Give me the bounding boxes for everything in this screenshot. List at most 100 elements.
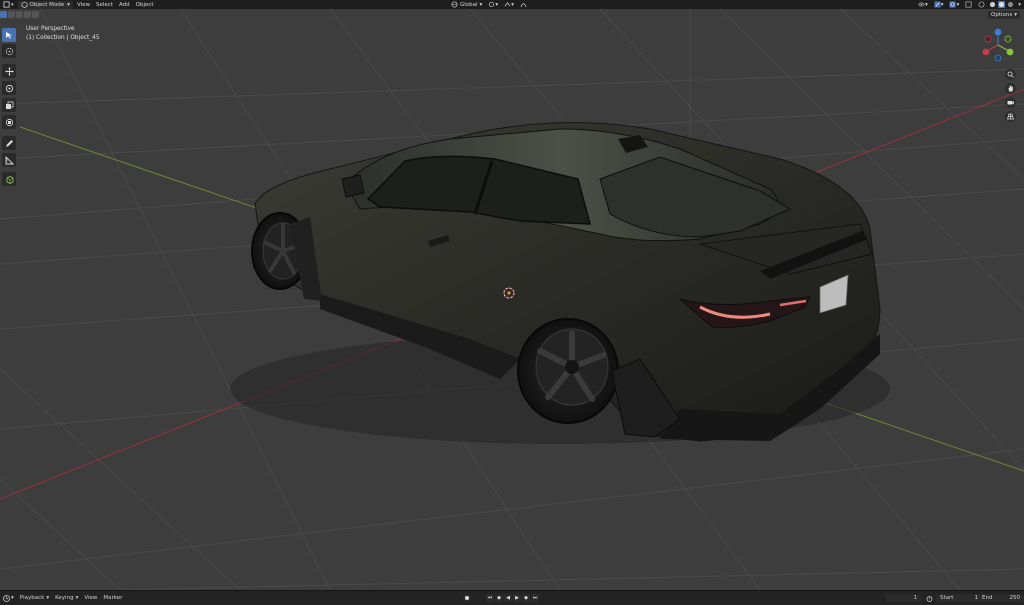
chevron-down-icon: ▾ xyxy=(46,595,50,601)
mode-label: Object Mode xyxy=(29,1,65,8)
timeline-header: ▾ Playback ▾ Keying ▾ View Marker ⏮ ◆ ◀ … xyxy=(0,590,1024,605)
gizmo-icon xyxy=(934,1,941,8)
menu-object[interactable]: Object xyxy=(133,1,157,9)
menu-marker[interactable]: Marker xyxy=(100,594,125,602)
clock-icon xyxy=(3,594,10,602)
pivot-point-dropdown[interactable]: ▾ xyxy=(485,1,501,9)
start-frame-field[interactable]: Start 1 xyxy=(936,594,982,602)
rear-wheel xyxy=(517,318,619,424)
zoom-button[interactable] xyxy=(1005,69,1016,80)
menu-add[interactable]: Add xyxy=(116,1,133,9)
material-shading-icon xyxy=(998,1,1006,8)
menu-keying[interactable]: Keying ▾ xyxy=(52,594,81,602)
perspective-toggle-button[interactable] xyxy=(1005,111,1016,122)
options-label: Options xyxy=(991,12,1013,18)
menu-timeline-view[interactable]: View xyxy=(81,594,100,602)
pencil-icon xyxy=(5,139,13,147)
playback-controls: ⏮ ◆ ◀ ▶ ◆ ⏭ xyxy=(486,594,539,602)
car-model[interactable] xyxy=(230,122,890,444)
tool-rotate[interactable] xyxy=(2,81,16,95)
auto-keying-toggle[interactable] xyxy=(463,594,471,602)
chevron-down-icon: ▾ xyxy=(75,595,79,601)
shading-material-button[interactable] xyxy=(997,1,1006,9)
editor-type-button[interactable]: ▾ xyxy=(0,1,17,9)
tool-add-cube[interactable] xyxy=(2,172,16,186)
pan-button[interactable] xyxy=(1005,83,1016,94)
rendered-shading-icon xyxy=(1008,1,1014,8)
select-new-button[interactable] xyxy=(0,11,7,18)
shading-rendered-button[interactable] xyxy=(1006,1,1015,9)
transform-orientation-dropdown[interactable]: Global ▾ xyxy=(448,1,485,9)
magnifier-icon xyxy=(1007,71,1014,78)
play-reverse-button[interactable]: ◀ xyxy=(504,594,512,602)
start-label: Start xyxy=(940,595,954,601)
current-frame-field[interactable]: 1 xyxy=(886,594,921,602)
keying-label: Keying xyxy=(55,595,74,601)
menu-playback[interactable]: Playback ▾ xyxy=(17,594,52,602)
select-invert-button[interactable] xyxy=(24,11,31,18)
chevron-down-icon: ▾ xyxy=(495,1,499,8)
grid-perspective-icon xyxy=(1007,113,1014,120)
shading-options-dropdown[interactable]: ▾ xyxy=(1015,1,1024,9)
overlays-toggle[interactable]: ▾ xyxy=(946,1,962,9)
end-label: End xyxy=(982,595,993,601)
navigation-gizmo[interactable] xyxy=(980,27,1016,63)
visibility-dropdown[interactable]: ▾ xyxy=(915,1,931,9)
snap-icon xyxy=(504,2,511,7)
chevron-down-icon: ▾ xyxy=(940,1,944,8)
orientation-label: Global xyxy=(460,1,478,8)
jump-keyframe-forward-button[interactable]: ◆ xyxy=(522,594,530,602)
timeline-editor-type-button[interactable]: ▾ xyxy=(0,594,17,602)
menu-select[interactable]: Select xyxy=(93,1,116,9)
chevron-down-icon: ▾ xyxy=(511,1,514,8)
tool-measure[interactable] xyxy=(2,153,16,167)
end-frame-field[interactable]: End 250 xyxy=(978,594,1024,602)
current-frame-value: 1 xyxy=(913,595,918,601)
menu-view[interactable]: View xyxy=(74,1,93,9)
select-extend-button[interactable] xyxy=(8,11,15,18)
chevron-down-icon: ▾ xyxy=(479,1,483,8)
jump-end-button[interactable]: ⏭ xyxy=(531,594,539,602)
chevron-down-icon: ▾ xyxy=(1018,1,1021,8)
select-intersect-button[interactable] xyxy=(32,11,39,18)
global-orientation-icon xyxy=(451,1,458,8)
xray-icon xyxy=(965,1,972,8)
snap-toggle[interactable]: ▾ xyxy=(501,1,517,9)
tool-transform[interactable] xyxy=(2,115,16,129)
gizmo-y-icon[interactable] xyxy=(1006,48,1014,56)
jump-keyframe-back-button[interactable]: ◆ xyxy=(495,594,503,602)
ruler-icon xyxy=(5,155,14,164)
cursor-arrow-icon xyxy=(6,32,12,39)
chevron-down-icon: ▾ xyxy=(924,1,928,8)
select-subtract-button[interactable] xyxy=(16,11,23,18)
mode-dropdown[interactable]: Object Mode ▾ xyxy=(17,0,73,9)
jump-start-button[interactable]: ⏮ xyxy=(486,594,494,602)
hand-icon xyxy=(1008,85,1013,92)
transform-icon xyxy=(5,118,13,126)
move-icon xyxy=(5,67,13,75)
gizmo-x-icon[interactable] xyxy=(982,48,990,56)
playback-label: Playback xyxy=(19,595,45,601)
tool-cursor[interactable] xyxy=(2,44,16,58)
preview-range-toggle[interactable] xyxy=(925,594,933,602)
pivot-icon xyxy=(489,1,495,8)
3d-viewport[interactable]: User Perspective (1) Collection | Object… xyxy=(0,9,1024,590)
tool-select-box[interactable] xyxy=(2,28,16,42)
add-cube-icon xyxy=(6,175,13,184)
shading-solid-button[interactable] xyxy=(988,1,997,9)
proportional-edit-toggle[interactable] xyxy=(517,1,530,9)
gizmo-toggle[interactable]: ▾ xyxy=(931,1,947,9)
cube-editor-icon xyxy=(3,1,10,8)
xray-toggle[interactable] xyxy=(962,1,975,9)
camera-view-button[interactable] xyxy=(1005,97,1016,108)
tool-annotate[interactable] xyxy=(2,136,16,150)
solid-shading-icon xyxy=(990,1,996,8)
tool-move[interactable] xyxy=(2,64,16,78)
camera-icon xyxy=(1007,101,1014,105)
play-button[interactable]: ▶ xyxy=(513,594,521,602)
gizmo-z-icon[interactable] xyxy=(994,28,1002,36)
tool-scale[interactable] xyxy=(2,98,16,112)
shading-wireframe-button[interactable] xyxy=(975,1,988,9)
object-mode-icon xyxy=(21,1,27,8)
options-dropdown[interactable]: Options ▾ xyxy=(988,11,1020,19)
